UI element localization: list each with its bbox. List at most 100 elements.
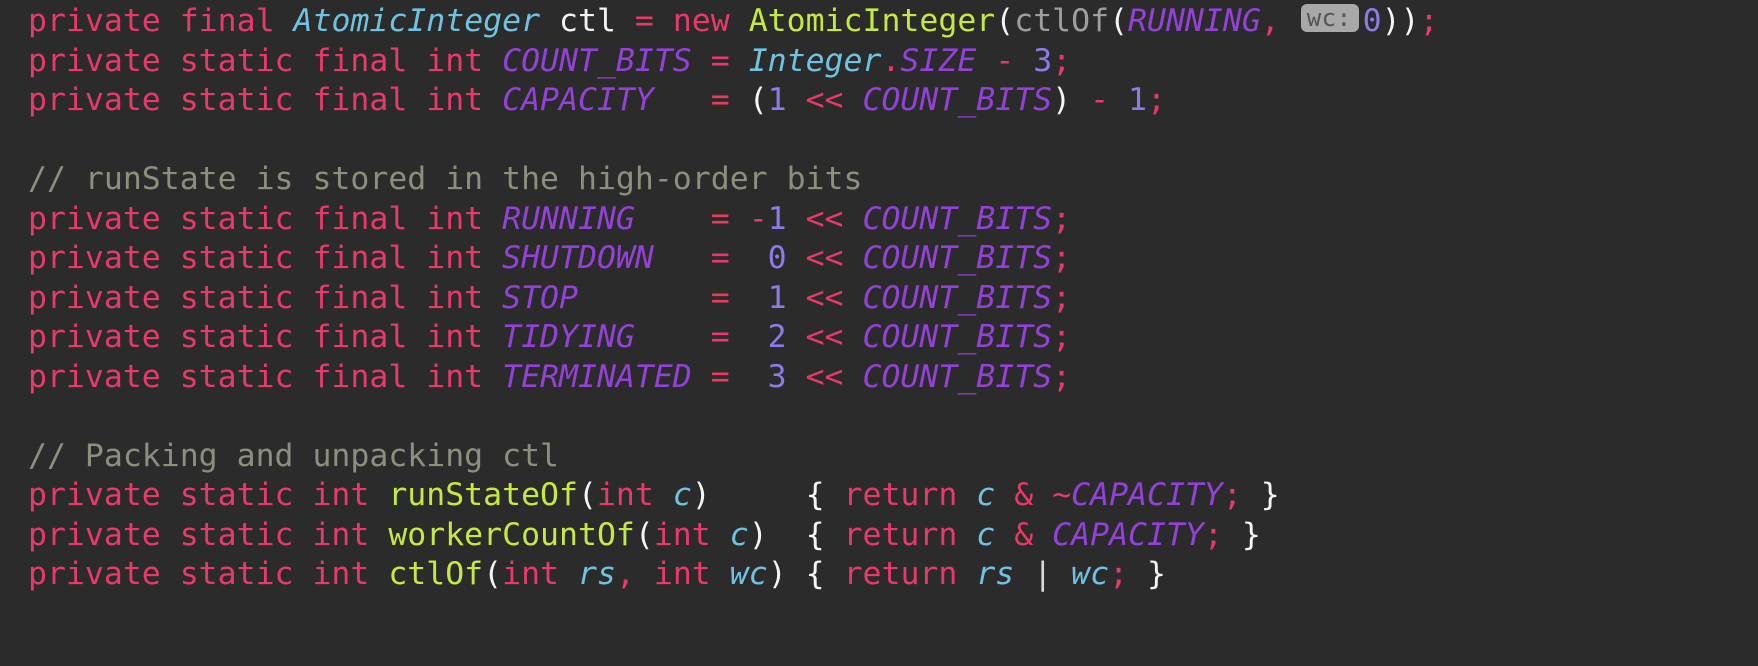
code-line[interactable] [28,121,1438,161]
inlay-parameter-hint[interactable]: wc: [1300,4,1359,32]
code-line[interactable]: private static final int TIDYING = 2 << … [28,318,1438,358]
code-token-punc: ( [577,477,597,513]
code-line[interactable]: // Packing and unpacking ctl [28,437,1438,477]
code-token-punc: ) [767,556,787,592]
code-token-kw: private static final int [28,358,503,395]
code-token-op: << [805,200,844,237]
code-token-semi: ; [1052,240,1072,276]
code-token-param: wc [1071,556,1110,592]
code-token-punc: ( [995,3,1015,39]
code-token-type-cls: Integer [748,42,882,79]
code-token-op: << [805,319,844,355]
code-token-op: = [710,279,730,316]
code-token-punc: ) [748,516,768,553]
code-token-method: AtomicInteger [748,3,996,39]
code-token-const: COUNT_BITS [862,200,1053,237]
code-token-semi: ; [1052,42,1072,79]
code-token-const: TERMINATED [502,358,692,395]
code-token-op: << [805,240,844,276]
code-token-const: COUNT_BITS [862,240,1053,276]
code-line[interactable]: private static int runStateOf(int c) { r… [28,476,1438,516]
code-token-kw: return [843,477,958,513]
code-token-semi: ; [1419,3,1439,39]
code-token-punc: ) [691,477,711,513]
code-line[interactable]: private static int workerCountOf(int c) … [28,516,1438,556]
code-token-num: 0 [1362,3,1382,39]
code-token-op: - [1090,82,1110,118]
code-token-punc: ( [748,82,768,118]
code-token-num: 2 [767,319,787,355]
code-token-const: CAPACITY [502,82,654,118]
code-token-kw: return [843,516,958,553]
code-token-op: & [1014,516,1034,553]
code-token-semi: , [1260,3,1280,39]
code-token-param: c [672,477,692,513]
code-token-kw: private static int [28,477,389,513]
code-token-pipe: | [1033,556,1053,592]
code-token-comment: // Packing and unpacking ctl [28,437,560,474]
code-line[interactable]: private static final int CAPACITY = (1 <… [28,81,1438,121]
code-token-kw: private final [28,3,294,39]
code-token-semi: ; [1203,516,1223,553]
code-token-kw: int [653,516,711,553]
code-token-kw: private static final int [28,279,503,316]
code-token-const: COUNT_BITS [862,358,1053,395]
code-token-op: = [634,3,654,39]
code-token-op: = [710,82,730,118]
code-token-op: & [1014,477,1034,513]
code-line[interactable]: private static int ctlOf(int rs, int wc)… [28,555,1438,595]
code-line[interactable]: private static final int RUNNING = -1 <<… [28,200,1438,240]
code-line[interactable]: private static final int SHUTDOWN = 0 <<… [28,239,1438,279]
code-token-type-cls: AtomicInteger [293,3,541,39]
source-code-block[interactable]: private final AtomicInteger ctl = new At… [28,2,1438,595]
code-token-const: STOP [502,279,578,316]
code-token-const: COUNT_BITS [862,82,1053,118]
code-line[interactable]: private static final int TERMINATED = 3 … [28,358,1438,398]
code-line[interactable]: private final AtomicInteger ctl = new At… [28,2,1438,42]
code-token-kw: private static final int [28,240,503,276]
code-line[interactable]: private static final int COUNT_BITS = In… [28,42,1438,82]
code-token-semi: ; [1052,358,1072,395]
code-token-num: 1 [767,279,787,316]
code-token-num: 3 [1033,42,1053,79]
code-editor-viewport[interactable]: private final AtomicInteger ctl = new At… [0,0,1758,666]
code-token-param: rs [578,556,616,592]
code-token-op: = [710,319,730,355]
code-token-param: c [729,516,749,553]
code-token-kw: int [502,556,560,592]
code-token-punc: { [805,516,825,553]
code-line[interactable]: // runState is stored in the high-order … [28,160,1438,200]
code-token-op: << [805,358,844,395]
code-line[interactable] [28,397,1438,437]
code-line[interactable]: private static final int STOP = 1 << COU… [28,279,1438,319]
code-token-plain: ctl [559,3,616,39]
code-token-op: = [710,240,730,276]
code-token-punc: )) [1381,3,1420,39]
